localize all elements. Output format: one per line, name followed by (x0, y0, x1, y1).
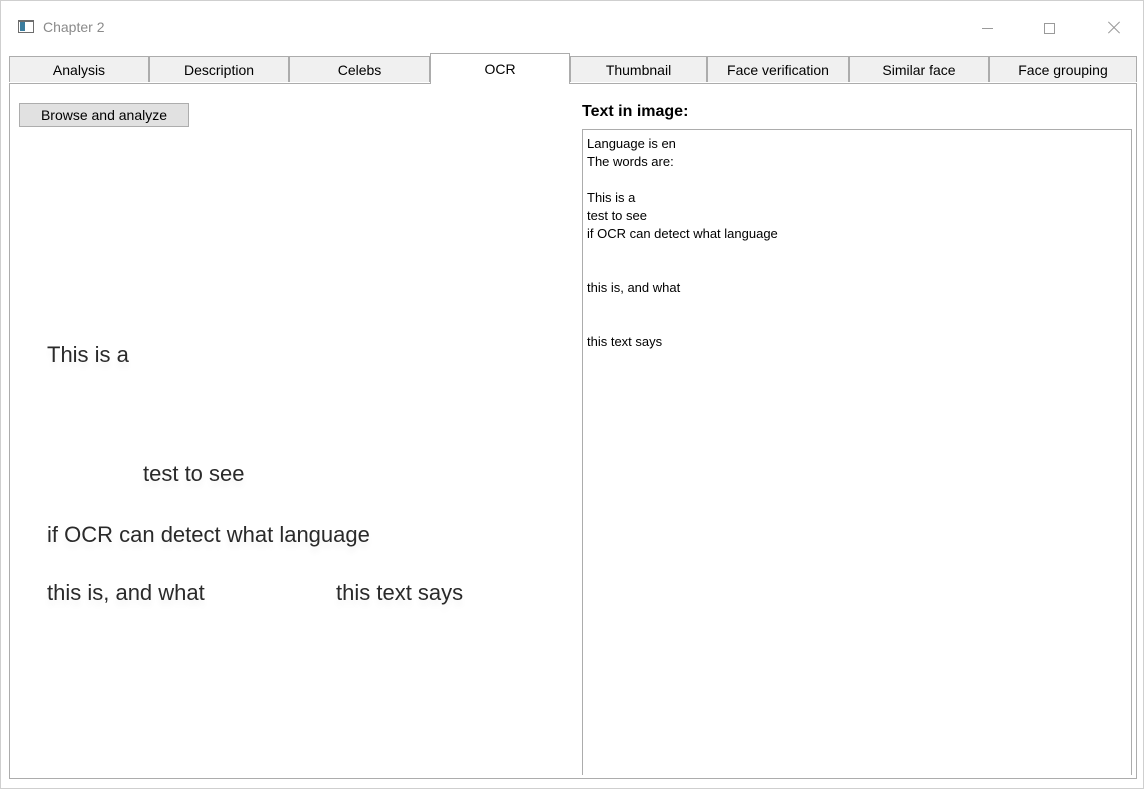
close-icon (1106, 21, 1120, 35)
result-line: if OCR can detect what language (587, 226, 778, 241)
maximize-icon (1043, 22, 1055, 34)
tab-analysis[interactable]: Analysis (9, 56, 149, 82)
result-line: Language is en (587, 136, 676, 151)
window-title: Chapter 2 (43, 19, 105, 35)
ocr-tab-panel: Browse and analyze This is a test to see… (9, 83, 1137, 779)
image-text-line: test to see (143, 461, 245, 486)
result-line (587, 261, 1127, 279)
analyzed-image: This is a test to see if OCR can detect … (19, 136, 573, 766)
tab-similar-face[interactable]: Similar face (849, 56, 989, 82)
result-line: The words are: (587, 154, 674, 169)
result-line (587, 243, 1127, 261)
browse-and-analyze-button[interactable]: Browse and analyze (19, 103, 189, 127)
minimize-icon (981, 27, 993, 29)
result-line (587, 171, 1127, 189)
result-line: this is, and what (587, 280, 681, 295)
maximize-button[interactable] (1026, 11, 1072, 45)
image-text-line: This is a (47, 342, 129, 367)
image-text-line: if OCR can detect what language (47, 522, 370, 547)
tab-thumbnail[interactable]: Thumbnail (570, 56, 707, 82)
tab-celebs[interactable]: Celebs (289, 56, 430, 82)
tab-description[interactable]: Description (149, 56, 289, 82)
result-line (587, 297, 1127, 315)
minimize-button[interactable] (964, 11, 1010, 45)
result-line: test to see (587, 208, 647, 223)
result-line: This is a (587, 190, 636, 205)
result-line: this text says (587, 334, 663, 349)
ocr-result-textbox[interactable]: Language is en The words are: This is a … (582, 129, 1132, 775)
app-window-icon (18, 20, 34, 33)
image-text-line: this is, and what (47, 580, 205, 605)
tab-face-grouping[interactable]: Face grouping (989, 56, 1137, 82)
result-line (587, 315, 1127, 333)
image-text-line: this text says (336, 580, 464, 605)
close-button[interactable] (1090, 11, 1136, 45)
title-bar[interactable]: Chapter 2 (1, 1, 1143, 47)
tab-ocr[interactable]: OCR (430, 53, 570, 84)
tab-strip: Analysis Description Celebs OCR Thumbnai… (9, 53, 1137, 84)
main-window: Chapter 2 Analysis Description Celebs OC… (0, 0, 1144, 789)
tab-face-verification[interactable]: Face verification (707, 56, 849, 82)
text-in-image-heading: Text in image: (582, 103, 689, 120)
